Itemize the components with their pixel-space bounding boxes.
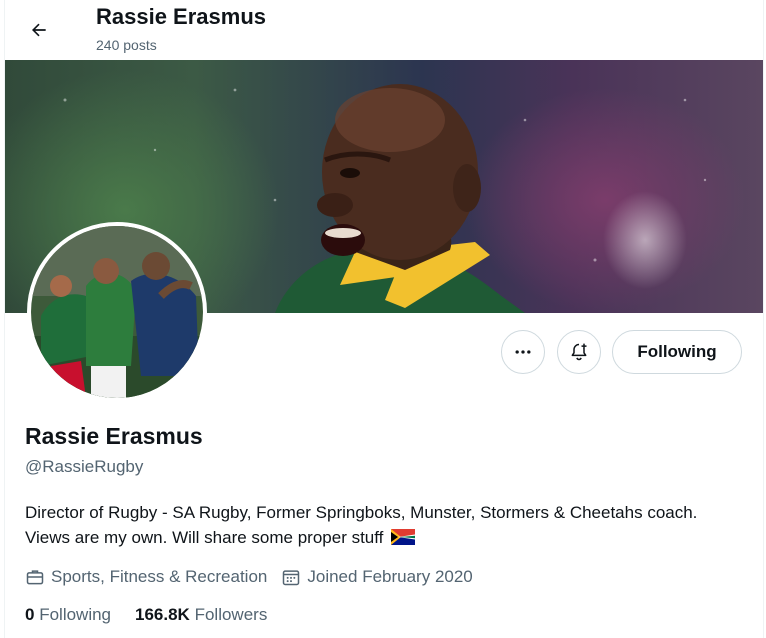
following-stat[interactable]: 0 Following [25,605,111,625]
more-button[interactable] [501,330,545,374]
post-count: 240 posts [96,37,157,53]
following-label: Following [39,605,112,624]
following-button[interactable]: Following [612,330,742,374]
avatar-photo [31,226,203,398]
followers-stat[interactable]: 166.8K Followers [135,605,267,625]
bio-text: Director of Rugby - SA Rugby, Former Spr… [25,503,698,547]
joined-text: Joined February 2020 [307,567,473,586]
following-count: 0 [25,605,35,624]
back-button[interactable] [23,14,55,46]
profile-name: Rassie Erasmus [25,423,203,449]
calendar-icon [283,570,300,586]
avatar[interactable] [27,222,207,402]
followers-count: 166.8K [135,605,190,624]
followers-label: Followers [194,605,268,624]
bell-plus-icon [571,343,587,361]
header-title: Rassie Erasmus [96,4,266,29]
profile-bio: Director of Rugby - SA Rugby, Former Spr… [25,500,745,550]
joined-item: Joined February 2020 [281,567,473,587]
more-horizontal-icon [515,350,531,354]
briefcase-icon [26,570,44,585]
profile-handle: @RassieRugby [25,457,144,476]
profile-page: Rassie Erasmus 240 posts Following Rassi… [4,0,764,638]
notify-button[interactable] [557,330,601,374]
category-item: Sports, Fitness & Recreation [25,567,267,587]
profile-header: Rassie Erasmus 240 posts [5,0,763,60]
arrow-left-icon [32,23,46,37]
category-text: Sports, Fitness & Recreation [51,567,268,586]
profile-stats: 0 Following 166.8K Followers [25,605,291,625]
south-africa-flag-icon [391,529,416,545]
profile-meta: Sports, Fitness & Recreation Joined Febr… [25,565,487,589]
